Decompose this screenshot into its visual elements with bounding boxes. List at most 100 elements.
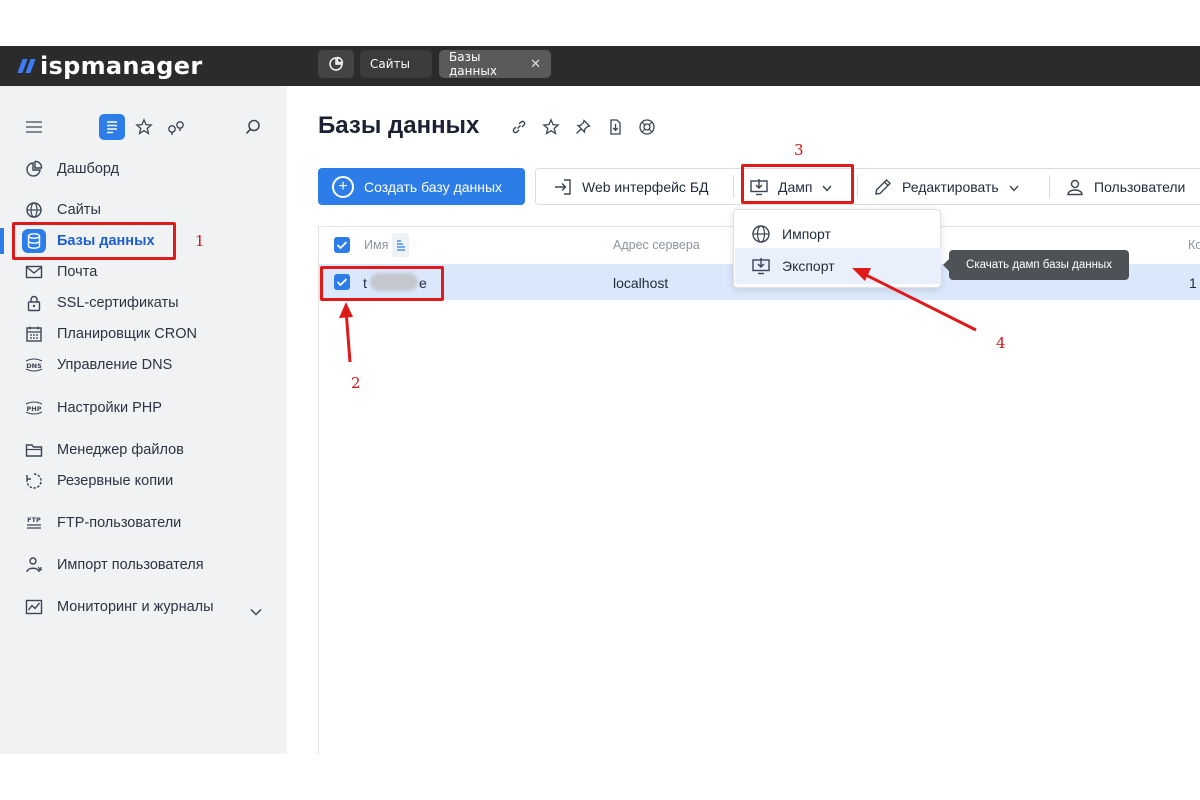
export-tooltip: Скачать дамп базы данных: [943, 250, 1129, 280]
databases-table: [318, 226, 1200, 754]
sidebar: Дашборд Сайты Базы данных Почта SSL-серт…: [0, 86, 287, 754]
sidebar-item-label: Почта: [57, 264, 98, 280]
tab-sites[interactable]: Сайты: [360, 50, 432, 78]
menu-item-export[interactable]: Экспорт: [735, 248, 941, 284]
dump-dropdown-menu: Импорт Экспорт: [733, 209, 941, 288]
sidebar-item-cron[interactable]: Планировщик CRON: [0, 320, 287, 348]
tab-sites-label: Сайты: [370, 57, 410, 71]
tab-dashboard-icon[interactable]: [318, 50, 354, 78]
chevron-down-icon[interactable]: [250, 601, 262, 620]
column-header-count[interactable]: Ко: [1188, 238, 1200, 252]
chevron-down-icon: [1009, 179, 1019, 195]
sidebar-item-label: Импорт пользователя: [57, 557, 204, 573]
svg-text:PHP: PHP: [27, 405, 42, 413]
sidebar-item-label: FTP-пользователи: [57, 515, 182, 531]
annotation-box-databases: [12, 222, 176, 260]
search-icon[interactable]: [240, 114, 266, 140]
menu-item-import[interactable]: Импорт: [735, 216, 941, 252]
sidebar-toolbar: [0, 114, 287, 142]
toolbar-group: Web интерфейс БД Дамп Редактировать Поль…: [535, 168, 1200, 205]
link-icon[interactable]: [508, 116, 530, 138]
menu-item-label: Импорт: [782, 226, 831, 242]
sidebar-item-backups[interactable]: Резервные копии: [0, 467, 287, 495]
calendar-icon: [24, 325, 44, 343]
logo-mark-icon: [17, 59, 36, 73]
sidebar-item-monitoring[interactable]: Мониторинг и журналы: [0, 593, 287, 621]
sidebar-item-label: Дашборд: [57, 161, 120, 177]
monitoring-icon: [24, 598, 44, 616]
tab-databases[interactable]: Базы данных ✕: [439, 50, 551, 78]
users-label: Пользователи: [1094, 178, 1186, 195]
menu-item-label: Экспорт: [782, 258, 835, 274]
annotation-number-3: 3: [794, 141, 804, 159]
globe-icon: [24, 201, 44, 219]
edit-label: Редактировать: [902, 178, 999, 195]
web-interface-button[interactable]: Web интерфейс БД: [552, 169, 709, 204]
user-import-icon: [24, 556, 44, 574]
screenshot-stage: ispmanager Сайты Базы данных ✕ Дашборд С…: [0, 0, 1200, 800]
title-actions: [508, 116, 658, 138]
sidebar-item-label: Управление DNS: [57, 357, 173, 373]
tab-databases-label: Базы данных: [449, 50, 497, 78]
page-title: Базы данных: [318, 112, 480, 139]
hamburger-menu-icon[interactable]: [21, 114, 47, 140]
svg-text:DNS: DNS: [26, 362, 42, 370]
sidebar-item-ftp-users[interactable]: FTP FTP-пользователи: [0, 509, 287, 537]
sidebar-item-label: Планировщик CRON: [57, 326, 197, 342]
plus-circle-icon: +: [332, 175, 354, 198]
star-icon[interactable]: [540, 116, 562, 138]
sidebar-item-label: Резервные копии: [57, 473, 174, 489]
db-server: localhost: [613, 275, 669, 291]
close-icon[interactable]: ✕: [530, 57, 541, 72]
create-database-label: Создать базу данных: [364, 178, 503, 195]
create-database-button[interactable]: + Создать базу данных: [318, 168, 525, 205]
sidebar-item-php[interactable]: PHP Настройки PHP: [0, 394, 287, 422]
login-icon: [552, 176, 574, 198]
sidebar-item-sites[interactable]: Сайты: [0, 196, 287, 224]
sidebar-item-user-import[interactable]: Импорт пользователя: [0, 551, 287, 579]
help-icon[interactable]: [636, 116, 658, 138]
dashboard-icon: [24, 160, 44, 178]
sidebar-item-dashboard[interactable]: Дашборд: [0, 155, 287, 183]
toolbar-divider: [1049, 175, 1050, 198]
star-icon[interactable]: [131, 114, 157, 140]
php-icon: PHP: [24, 399, 44, 417]
annotation-number-4: 4: [996, 334, 1006, 352]
pin-icon[interactable]: [572, 116, 594, 138]
download-monitor-icon: [750, 255, 772, 277]
mail-icon: [24, 263, 44, 281]
top-bar: ispmanager Сайты Базы данных ✕: [0, 46, 1200, 86]
sidebar-item-label: SSL-сертификаты: [57, 295, 179, 311]
sidebar-item-label: Настройки PHP: [57, 400, 162, 416]
annotation-box-row: [320, 266, 444, 301]
toolbar-divider: [857, 175, 858, 198]
users-button[interactable]: Пользователи: [1064, 169, 1185, 204]
column-header-name[interactable]: Имя: [364, 238, 388, 252]
sidebar-item-dns[interactable]: DNS Управление DNS: [0, 351, 287, 379]
select-all-checkbox[interactable]: [334, 237, 350, 253]
download-page-icon[interactable]: [604, 116, 626, 138]
annotation-number-1: 1: [195, 232, 205, 250]
web-interface-label: Web интерфейс БД: [582, 178, 709, 195]
column-header-server[interactable]: Адрес сервера: [613, 238, 700, 252]
sort-icon[interactable]: [392, 233, 409, 257]
app-logo[interactable]: ispmanager: [17, 50, 203, 82]
svg-text:FTP: FTP: [27, 516, 41, 524]
folder-icon: [24, 441, 44, 459]
sidebar-item-mail[interactable]: Почта: [0, 258, 287, 286]
list-view-icon[interactable]: [99, 114, 125, 140]
sidebar-item-label: Менеджер файлов: [57, 442, 184, 458]
db-count: 1: [1189, 275, 1197, 291]
favorites-group-icon[interactable]: [163, 114, 189, 140]
pencil-icon: [872, 176, 894, 198]
lock-icon: [24, 294, 44, 312]
dns-icon: DNS: [24, 356, 44, 374]
sidebar-item-file-manager[interactable]: Менеджер файлов: [0, 436, 287, 464]
edit-button[interactable]: Редактировать: [872, 169, 1019, 204]
annotation-box-dump: [741, 164, 854, 204]
backup-icon: [24, 472, 44, 490]
toolbar-divider: [733, 175, 734, 198]
logo-text: ispmanager: [40, 52, 203, 80]
globe-upload-icon: [750, 223, 772, 245]
sidebar-item-ssl[interactable]: SSL-сертификаты: [0, 289, 287, 317]
